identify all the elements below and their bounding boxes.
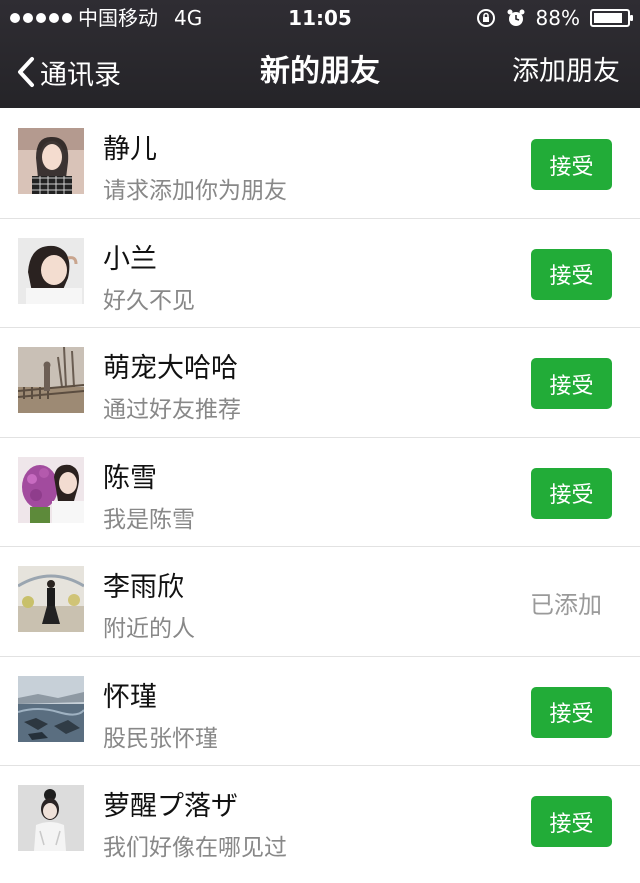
list-item[interactable]: 萝醒プ落ザ 我们好像在哪见过 接受 [0, 766, 640, 876]
nav-bar: 通讯录 新的朋友 添加朋友 [0, 36, 640, 108]
list-item[interactable]: 萌宠大哈哈 通过好友推荐 接受 [0, 328, 640, 438]
avatar [18, 566, 84, 632]
add-friend-button[interactable]: 添加朋友 [512, 36, 620, 108]
status-right: 88% [476, 0, 633, 36]
avatar [18, 128, 84, 194]
friend-name: 小兰 [103, 243, 157, 275]
list-item[interactable]: 静儿 请求添加你为朋友 接受 [0, 109, 640, 219]
battery-percent: 88% [535, 6, 580, 30]
accept-button[interactable]: 接受 [531, 686, 612, 738]
friend-message: 附近的人 [103, 616, 195, 642]
list-item[interactable]: 陈雪 我是陈雪 接受 [0, 438, 640, 547]
list-item[interactable]: 小兰 好久不见 接受 [0, 219, 640, 328]
friend-request-list: 静儿 请求添加你为朋友 接受 小兰 好久不见 接受 萌宠大哈哈 通过好友推荐 接… [0, 109, 640, 876]
alarm-icon [507, 9, 525, 26]
accept-button[interactable]: 接受 [531, 467, 612, 519]
friend-message: 请求添加你为朋友 [103, 178, 287, 204]
list-item[interactable]: 怀瑾 股民张怀瑾 接受 [0, 657, 640, 766]
avatar [18, 456, 84, 523]
top-bar: 中国移动 4G 11:05 88% 通讯录 新的朋友 添加朋友 [0, 0, 640, 108]
friend-name: 萌宠大哈哈 [103, 353, 238, 384]
accept-button[interactable]: 接受 [531, 358, 612, 409]
friend-message: 好久不见 [103, 287, 195, 314]
friend-message: 我是陈雪 [103, 506, 195, 533]
accept-button[interactable]: 接受 [531, 796, 612, 847]
friend-name: 静儿 [103, 134, 157, 165]
status-bar: 中国移动 4G 11:05 88% [0, 0, 640, 36]
battery-icon [590, 9, 633, 27]
avatar [18, 237, 84, 304]
accept-button[interactable]: 接受 [531, 139, 612, 190]
avatar [18, 347, 84, 413]
avatar [18, 675, 84, 742]
added-status: 已添加 [530, 591, 602, 619]
friend-name: 陈雪 [103, 462, 157, 494]
friend-name: 怀瑾 [103, 681, 157, 713]
accept-button[interactable]: 接受 [531, 248, 612, 300]
avatar [18, 785, 84, 851]
rotation-lock-icon [476, 9, 495, 27]
friend-name: 萝醒プ落ザ [103, 791, 238, 822]
friend-message: 我们好像在哪见过 [103, 835, 287, 861]
battery-level [594, 13, 623, 23]
friend-message: 股民张怀瑾 [103, 725, 218, 752]
list-item[interactable]: 李雨欣 附近的人 已添加 [0, 547, 640, 657]
friend-message: 通过好友推荐 [103, 397, 241, 423]
friend-name: 李雨欣 [103, 572, 184, 603]
